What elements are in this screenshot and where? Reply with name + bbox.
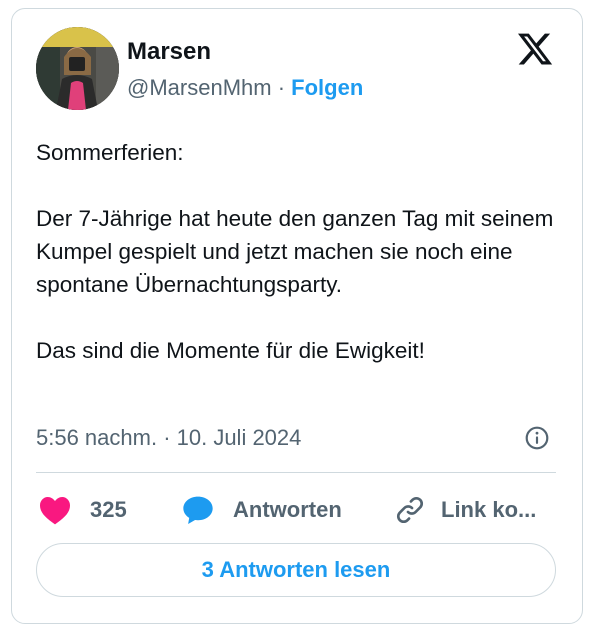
author-handle[interactable]: @MarsenMhm [127, 75, 272, 100]
reply-label: Antworten [233, 497, 342, 522]
heart-icon [40, 497, 70, 525]
x-logo-icon[interactable] [516, 30, 554, 68]
copy-link-button[interactable]: Link ko... [394, 490, 536, 530]
handle-line: @MarsenMhm · Folgen [127, 75, 363, 101]
follow-button[interactable]: Folgen [291, 75, 363, 100]
like-count: 325 [90, 497, 127, 522]
link-icon [396, 496, 424, 524]
info-icon[interactable] [524, 425, 550, 451]
tweet-text: Sommerferien: Der 7-Jährige hat heute de… [36, 140, 554, 363]
link-label: Link ko... [441, 497, 537, 522]
separator-dot: · [277, 75, 286, 100]
author-name[interactable]: Marsen [127, 38, 211, 66]
avatar[interactable] [36, 27, 119, 110]
like-button[interactable]: 325 [38, 490, 127, 530]
timestamp[interactable]: 5:56 nachm. · 10. Juli 2024 [36, 425, 301, 451]
avatar-photo [36, 27, 119, 110]
reply-button[interactable]: Antworten [182, 490, 342, 530]
read-replies-button[interactable]: 3 Antworten lesen [36, 543, 556, 597]
reply-bubble-icon [183, 496, 213, 524]
divider [36, 472, 556, 473]
